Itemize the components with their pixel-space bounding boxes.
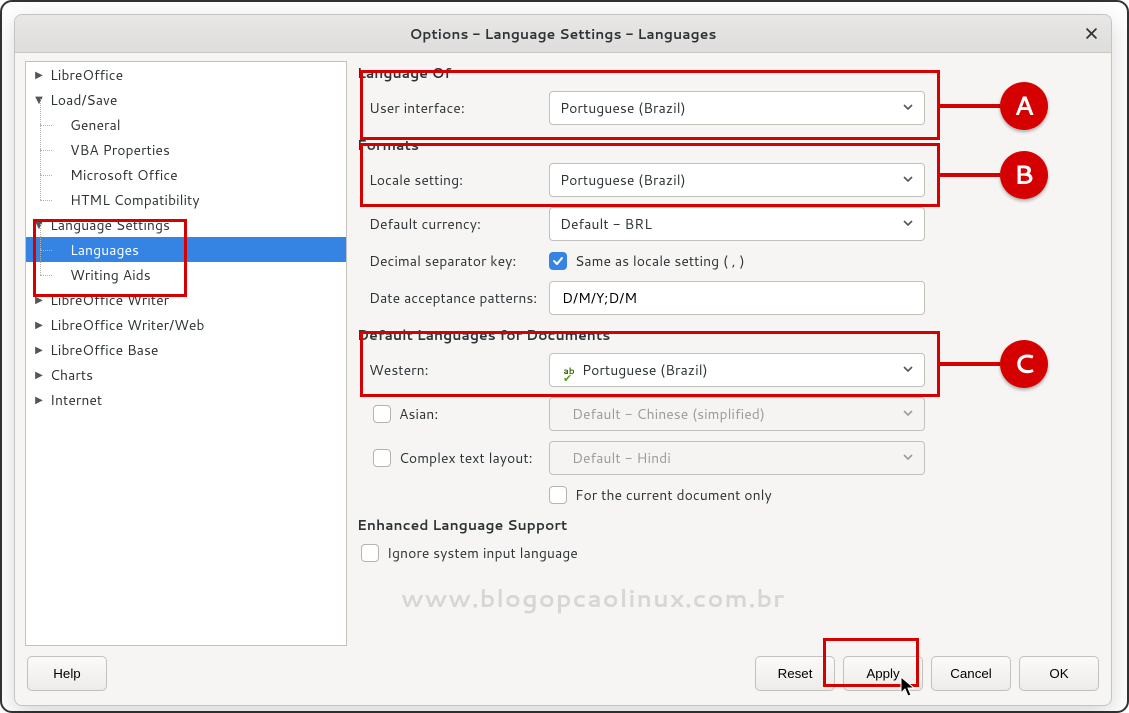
help-button[interactable]: Help [27, 656, 107, 691]
western-value: Portuguese (Brazil) [582, 360, 708, 380]
tree-item-load-save[interactable]: ▼Load/Save [26, 87, 346, 112]
options-dialog: Options - Language Settings - Languages … [14, 14, 1112, 706]
section-language-of: Language Of [357, 63, 951, 83]
section-enhanced: Enhanced Language Support [357, 515, 951, 535]
tree-item-general[interactable]: General [26, 112, 346, 137]
category-tree[interactable]: ▶LibreOffice▼Load/SaveGeneralVBA Propert… [25, 61, 347, 646]
tree-label: VBA Properties [70, 140, 170, 160]
tree-item-html-compatibility[interactable]: HTML Compatibility [26, 187, 346, 212]
connector-b [940, 173, 1000, 177]
ctl-row: Complex text layout: [357, 448, 549, 468]
ctl-label: Complex text layout: [399, 448, 533, 468]
tree-label: Charts [50, 365, 93, 385]
triangle-right-icon[interactable]: ▶ [28, 393, 50, 407]
ok-button[interactable]: OK [1019, 656, 1099, 691]
callout-b: B [1000, 151, 1048, 199]
tree-item-libreoffice-writer-web[interactable]: ▶LibreOffice Writer/Web [26, 312, 346, 337]
date-label: Date acceptance patterns: [357, 288, 549, 308]
cursor-icon [900, 676, 918, 703]
triangle-right-icon[interactable]: ▶ [28, 343, 50, 357]
chevron-down-icon [902, 214, 914, 234]
tree-item-microsoft-office[interactable]: Microsoft Office [26, 162, 346, 187]
triangle-right-icon[interactable]: ▶ [28, 68, 50, 82]
chevron-down-icon [902, 404, 914, 424]
ctl-combo: Default - Hindi [549, 441, 925, 475]
locale-combo[interactable]: Portuguese (Brazil) [549, 163, 925, 197]
dialog-footer: Help Reset Apply Cancel OK [15, 646, 1111, 705]
decimal-same-locale-checkbox[interactable] [549, 252, 567, 270]
ctl-checkbox[interactable] [373, 449, 391, 467]
tree-label: LibreOffice [50, 65, 123, 85]
asian-value: Default - Chinese (simplified) [572, 404, 765, 424]
connector-a [940, 104, 1000, 108]
ui-language-combo[interactable]: Portuguese (Brazil) [549, 91, 925, 125]
tree-label: LibreOffice Writer/Web [50, 315, 205, 335]
chevron-down-icon [902, 98, 914, 118]
tree-label: LibreOffice Writer [50, 290, 169, 310]
spellcheck-icon: ab✔ [560, 363, 578, 377]
ui-label: User interface: [357, 98, 549, 118]
current-doc-only-label: For the current document only [575, 485, 772, 505]
asian-combo: Default - Chinese (simplified) [549, 397, 925, 431]
decimal-check-text: Same as locale setting ( , ) [575, 251, 745, 271]
cancel-button[interactable]: Cancel [931, 656, 1011, 691]
asian-checkbox[interactable] [373, 405, 391, 423]
triangle-down-icon[interactable]: ▼ [28, 218, 50, 232]
tree-item-language-settings[interactable]: ▼Language Settings [26, 212, 346, 237]
ui-language-value: Portuguese (Brazil) [560, 98, 686, 118]
tree-item-libreoffice-base[interactable]: ▶LibreOffice Base [26, 337, 346, 362]
western-label: Western: [357, 360, 549, 380]
chevron-down-icon [902, 360, 914, 380]
ignore-sys-input-label: Ignore system input language [387, 543, 578, 563]
dialog-title: Options - Language Settings - Languages [410, 24, 717, 44]
connector-c [940, 362, 1000, 366]
settings-panel: Language Of User interface: Portuguese (… [357, 61, 1101, 646]
tree-label: HTML Compatibility [70, 190, 200, 210]
triangle-right-icon[interactable]: ▶ [28, 293, 50, 307]
tree-label: Writing Aids [70, 265, 151, 285]
chevron-down-icon [902, 170, 914, 190]
locale-value: Portuguese (Brazil) [560, 170, 686, 190]
currency-label: Default currency: [357, 214, 549, 234]
tree-label: Load/Save [50, 90, 117, 110]
tree-item-libreoffice-writer[interactable]: ▶LibreOffice Writer [26, 287, 346, 312]
tree-item-writing-aids[interactable]: Writing Aids [26, 262, 346, 287]
triangle-down-icon[interactable]: ▼ [28, 93, 50, 107]
tree-item-vba-properties[interactable]: VBA Properties [26, 137, 346, 162]
currency-combo[interactable]: Default - BRL [549, 207, 925, 241]
tree-label: Languages [70, 240, 139, 260]
current-doc-only-checkbox[interactable] [549, 486, 567, 504]
currency-value: Default - BRL [560, 214, 652, 234]
watermark: www.blogopcaolinux.com.br [401, 581, 951, 615]
ignore-sys-input-checkbox[interactable] [361, 544, 379, 562]
date-patterns-field[interactable] [560, 287, 914, 309]
tree-item-internet[interactable]: ▶Internet [26, 387, 346, 412]
callout-c: C [1000, 340, 1048, 388]
locale-label: Locale setting: [357, 170, 549, 190]
reset-button[interactable]: Reset [755, 656, 835, 691]
decimal-label: Decimal separator key: [357, 251, 549, 271]
tree-item-languages[interactable]: Languages [26, 237, 346, 262]
tree-item-libreoffice[interactable]: ▶LibreOffice [26, 62, 346, 87]
tree-label: LibreOffice Base [50, 340, 158, 360]
section-formats: Formats [357, 135, 951, 155]
date-patterns-input[interactable] [549, 281, 925, 315]
chevron-down-icon [902, 448, 914, 468]
tree-label: Microsoft Office [70, 165, 178, 185]
tree-label: General [70, 115, 121, 135]
close-icon[interactable] [1079, 21, 1103, 45]
ctl-value: Default - Hindi [572, 448, 671, 468]
asian-row: Asian: [357, 404, 549, 424]
section-default-langs: Default Languages for Documents [357, 325, 951, 345]
western-combo[interactable]: ab✔ Portuguese (Brazil) [549, 353, 925, 387]
triangle-right-icon[interactable]: ▶ [28, 318, 50, 332]
asian-label: Asian: [399, 404, 438, 424]
tree-item-charts[interactable]: ▶Charts [26, 362, 346, 387]
tree-label: Language Settings [50, 215, 170, 235]
callout-a: A [1000, 82, 1048, 130]
titlebar: Options - Language Settings - Languages [15, 15, 1111, 53]
tree-label: Internet [50, 390, 102, 410]
triangle-right-icon[interactable]: ▶ [28, 368, 50, 382]
